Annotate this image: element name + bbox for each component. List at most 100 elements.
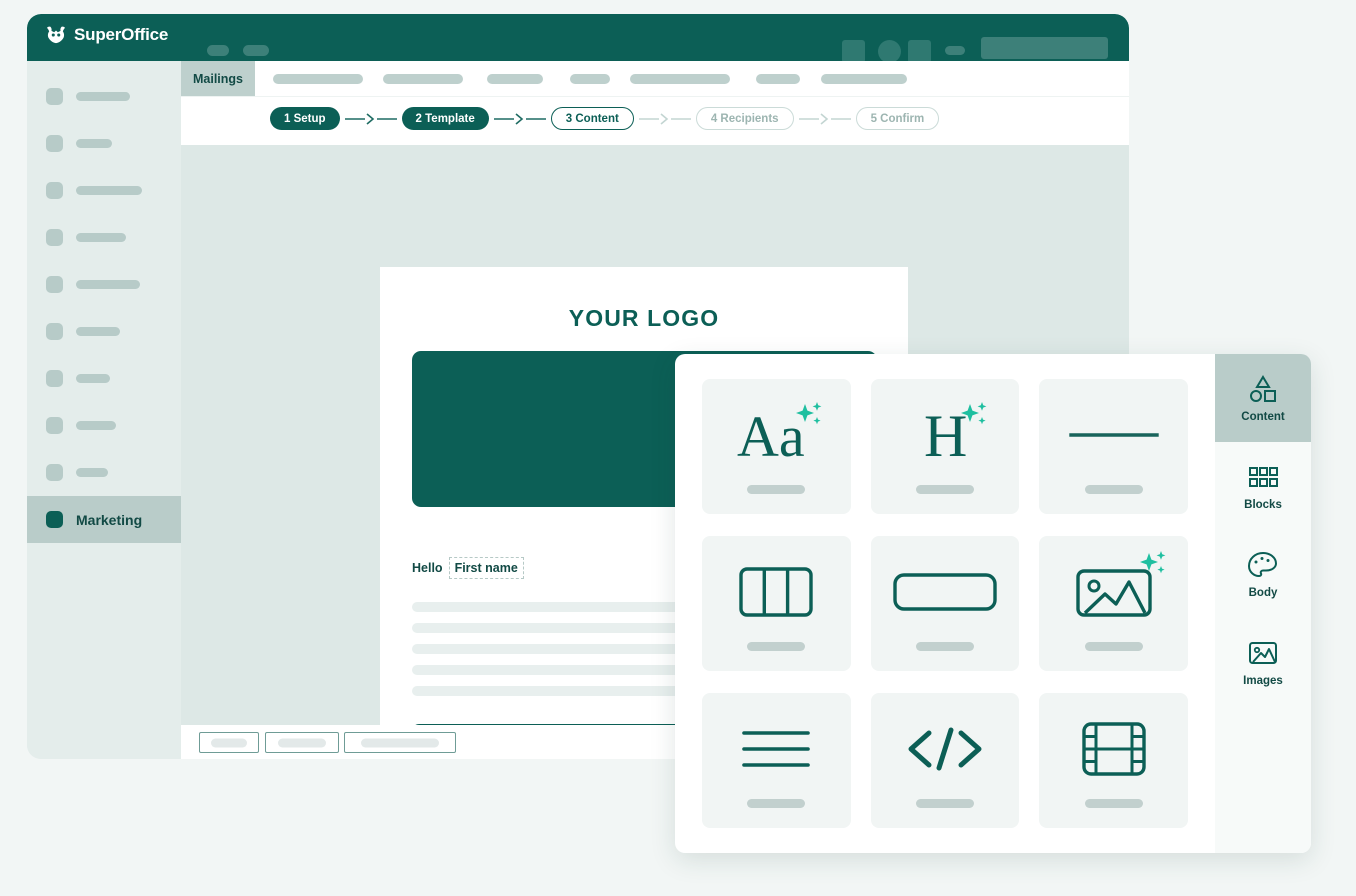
nav-dot-icon	[46, 135, 63, 152]
tab-ghost-1[interactable]	[273, 74, 363, 84]
block-card-columns[interactable]	[702, 536, 851, 671]
sidebar-item-4[interactable]	[27, 214, 181, 261]
palette-icon	[1246, 550, 1280, 580]
sidebar-item-6[interactable]	[27, 308, 181, 355]
image-icon	[1246, 638, 1280, 668]
divider-line-icon	[1068, 399, 1159, 471]
toolbar-button-label	[278, 738, 326, 747]
block-card-button[interactable]	[870, 536, 1020, 671]
block-grid: Aa H	[675, 354, 1215, 853]
topbar-pill-1[interactable]	[207, 45, 229, 56]
email-logo-text: YOUR LOGO	[568, 305, 720, 331]
search-bar-placeholder[interactable]	[981, 37, 1108, 59]
sidebar-item-label	[76, 327, 120, 336]
wizard-steps: 1 Setup 2 Template 3 Content 4 Recipient…	[270, 107, 940, 130]
tab-strip: Mailings	[181, 61, 1129, 96]
heading-h-icon: H	[910, 399, 987, 471]
sidebar-item-label	[76, 92, 130, 101]
image-icon	[1075, 551, 1166, 628]
sidebar-item-label	[76, 374, 110, 383]
block-card-heading[interactable]: H	[870, 379, 1020, 514]
sidebar-item-7[interactable]	[27, 355, 181, 402]
nav-dot-icon	[46, 417, 63, 434]
wizard-step-label: 5 Confirm	[870, 112, 925, 125]
tab-ghost-7[interactable]	[821, 74, 907, 84]
rail-tab-body[interactable]: Body	[1215, 530, 1311, 618]
greeting-text: Hello	[412, 561, 443, 575]
wizard-step-setup[interactable]: 1 Setup	[270, 107, 340, 130]
tab-ghost-3[interactable]	[487, 74, 543, 84]
sidebar-item-label	[76, 421, 116, 430]
block-card-list[interactable]	[702, 693, 851, 828]
square-icon[interactable]	[842, 40, 865, 63]
nav-dot-icon	[46, 464, 63, 481]
block-label	[747, 642, 806, 651]
list-lines-icon	[741, 713, 811, 785]
square-icon-2[interactable]	[908, 40, 931, 63]
rail-tab-blocks[interactable]: Blocks	[1215, 442, 1311, 530]
block-card-divider[interactable]	[1039, 379, 1188, 514]
rail-tab-label: Images	[1243, 674, 1283, 687]
rail-tab-label: Blocks	[1244, 498, 1282, 511]
toolbar-button-3[interactable]	[344, 732, 456, 753]
dash-icon[interactable]	[945, 46, 965, 55]
arrow-right-icon-4	[798, 112, 851, 126]
block-label	[1084, 799, 1143, 808]
nav-dot-icon	[46, 511, 63, 528]
arrow-right-icon-2	[493, 112, 546, 126]
block-label	[915, 485, 974, 494]
wizard-step-label: 2 Template	[415, 112, 475, 125]
block-label	[1084, 642, 1143, 651]
tab-ghost-4[interactable]	[570, 74, 610, 84]
content-blocks-panel: Aa H Content Blocks Body Images	[675, 354, 1311, 853]
toolbar-button-label	[361, 738, 439, 747]
rail-tab-content[interactable]: Content	[1215, 354, 1311, 442]
topbar-pill-2[interactable]	[243, 45, 269, 56]
wizard-step-label: 1 Setup	[284, 112, 326, 125]
wizard-step-content[interactable]: 3 Content	[550, 107, 634, 130]
block-card-image[interactable]	[1039, 536, 1188, 671]
toolbar-button-2[interactable]	[265, 732, 339, 753]
nav-dot-icon	[46, 229, 63, 246]
block-label	[747, 485, 806, 494]
grid-icon	[1246, 462, 1280, 492]
block-card-html[interactable]	[870, 693, 1020, 828]
rail-tab-images[interactable]: Images	[1215, 618, 1311, 706]
wizard-step-confirm[interactable]: 5 Confirm	[855, 107, 940, 130]
tab-mailings[interactable]: Mailings	[181, 61, 255, 96]
wizard-step-template[interactable]: 2 Template	[401, 107, 489, 130]
sidebar-item-label: Marketing	[76, 511, 143, 528]
nav-dot-icon	[46, 323, 63, 340]
sidebar-item-9[interactable]	[27, 449, 181, 496]
sidebar-item-marketing[interactable]: Marketing	[27, 496, 181, 543]
block-label	[915, 642, 974, 651]
wizard-step-recipients[interactable]: 4 Recipients	[695, 107, 794, 130]
button-icon	[892, 556, 998, 628]
panel-rail: Content Blocks Body Images	[1215, 354, 1311, 853]
sidebar-item-8[interactable]	[27, 402, 181, 449]
superoffice-owl-logo-icon	[45, 25, 67, 45]
sidebar-item-3[interactable]	[27, 167, 181, 214]
block-card-video[interactable]	[1039, 693, 1188, 828]
sidebar-item-2[interactable]	[27, 120, 181, 167]
text-aa-icon: Aa	[733, 399, 822, 471]
sidebar-item-5[interactable]	[27, 261, 181, 308]
brand: SuperOffice	[45, 25, 168, 45]
block-card-text[interactable]: Aa	[702, 379, 851, 514]
merge-field-first-name[interactable]: First name	[448, 557, 524, 579]
toolbar-button-1[interactable]	[199, 732, 259, 753]
wizard-strip: 1 Setup 2 Template 3 Content 4 Recipient…	[181, 96, 1129, 145]
tab-ghost-2[interactable]	[383, 74, 463, 84]
brand-name: SuperOffice	[74, 25, 169, 44]
circle-icon[interactable]	[878, 40, 901, 63]
tab-ghost-6[interactable]	[756, 74, 800, 84]
block-label	[1084, 485, 1143, 494]
toolbar-button-label	[211, 738, 247, 747]
tab-ghost-5[interactable]	[630, 74, 730, 84]
code-icon	[903, 713, 987, 785]
wizard-step-label: 3 Content	[565, 112, 619, 125]
svg-text:Aa: Aa	[737, 404, 805, 466]
sidebar-item-label	[76, 233, 126, 242]
arrow-right-icon-3	[638, 112, 691, 126]
sidebar-item-1[interactable]	[27, 73, 181, 120]
